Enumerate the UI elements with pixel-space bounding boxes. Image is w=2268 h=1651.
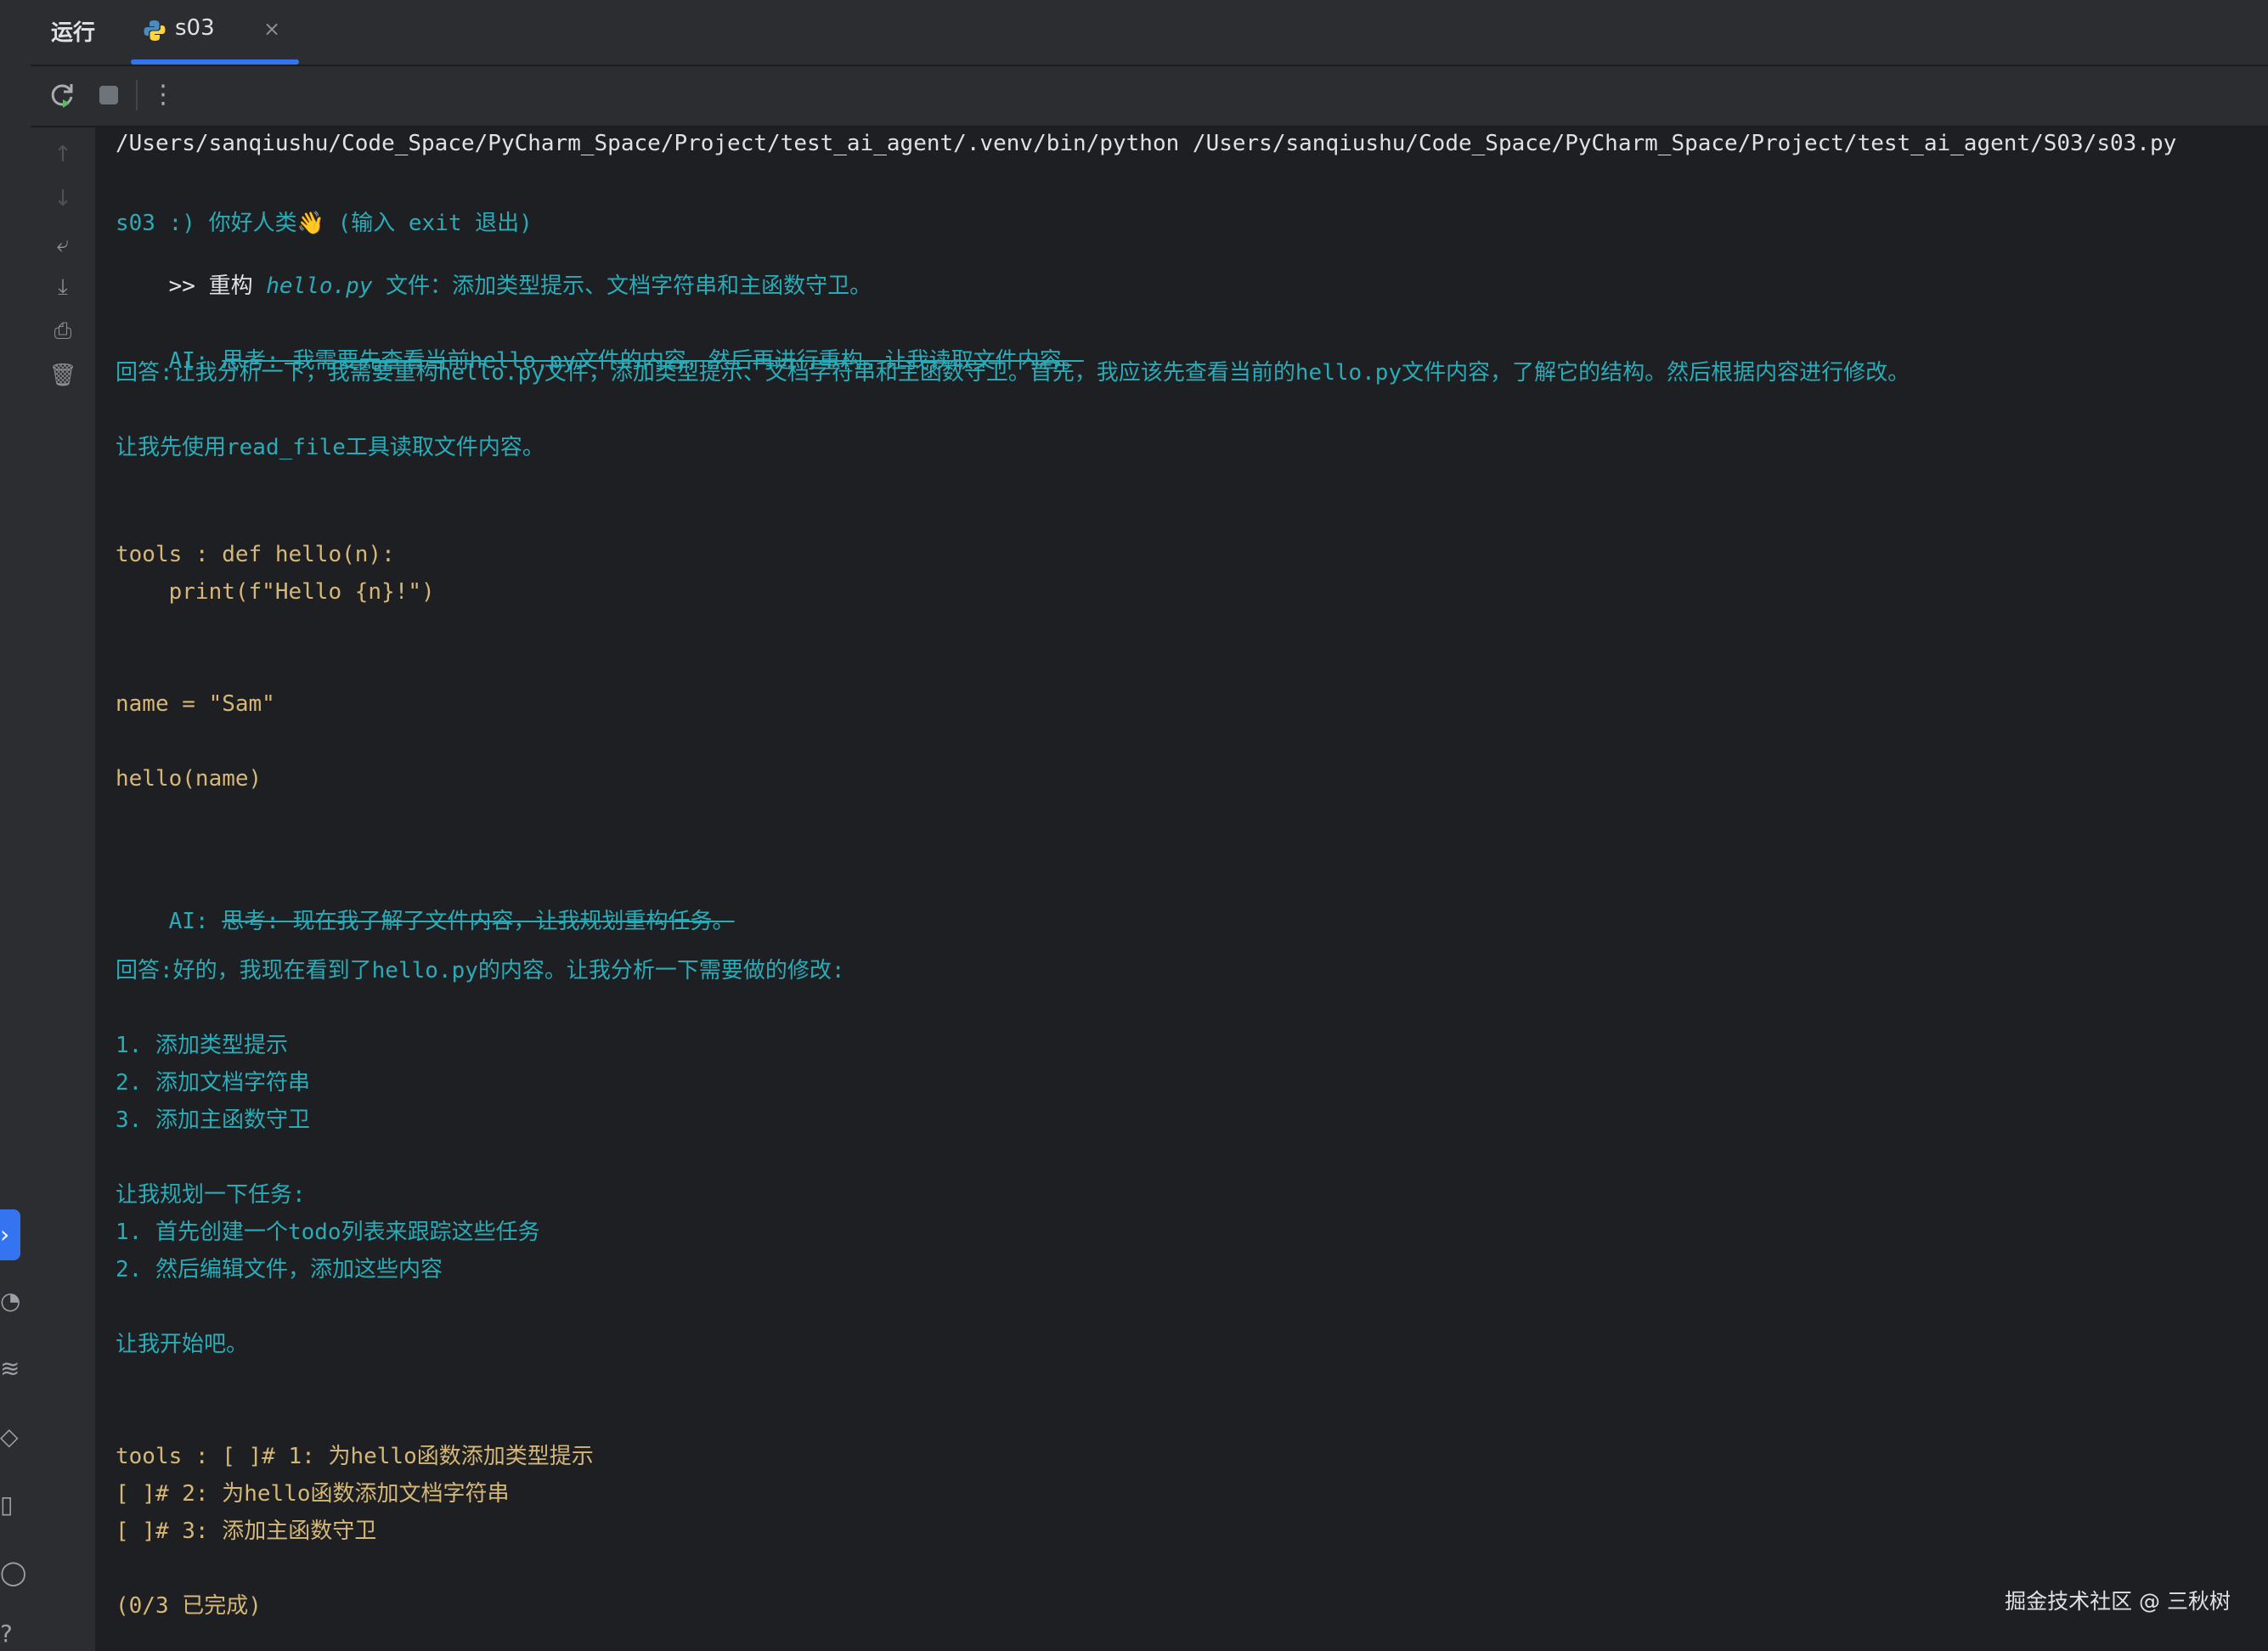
tools-output-line-3: name = "Sam" bbox=[116, 691, 275, 717]
stop-icon[interactable] bbox=[92, 78, 126, 112]
python-icon bbox=[144, 20, 166, 41]
list-item: 3. 添加主函数守卫 bbox=[116, 1107, 310, 1133]
problems-icon[interactable]: ◯ bbox=[0, 1556, 25, 1590]
run-panel-label: 运行 bbox=[51, 20, 96, 46]
active-tab-indicator bbox=[131, 59, 299, 65]
todo-item: [ ]# 2: 为hello函数添加文档字符串 bbox=[116, 1481, 510, 1507]
tools-output-line-2: print(f"Hello {n}!") bbox=[116, 579, 435, 605]
progress-line: (0/3 已完成) bbox=[116, 1593, 262, 1619]
prompt-prefix: >> 重构 bbox=[168, 273, 267, 299]
layers-icon[interactable]: ≋ bbox=[0, 1352, 25, 1386]
terminal-icon[interactable]: ▯ bbox=[0, 1488, 25, 1522]
user-prompt-line: >> 重构 hello.py 文件：添加类型提示、文档字符串和主函数守卫。 bbox=[116, 243, 872, 325]
plan-title: 让我规划一下任务: bbox=[116, 1182, 306, 1208]
ai-prefix: AI: bbox=[168, 909, 223, 934]
toolbar-separator bbox=[136, 80, 138, 110]
list-item: 2. 添加文档字符串 bbox=[116, 1070, 310, 1096]
prompt-suffix: 文件：添加类型提示、文档字符串和主函数守卫。 bbox=[372, 273, 872, 299]
prompt-filename: hello.py bbox=[266, 273, 373, 299]
tab-title: s03 bbox=[175, 15, 215, 41]
more-vertical-icon[interactable]: ⋮ bbox=[146, 78, 180, 112]
run-tab-bar: 运行 s03 × bbox=[31, 0, 2268, 66]
start-line: 让我开始吧。 bbox=[116, 1332, 249, 1357]
read-file-line: 让我先使用read_file工具读取文件内容。 bbox=[116, 435, 544, 460]
tools-output-line-4: hello(name) bbox=[116, 766, 262, 792]
ai-thinking-text: 思考: 现在我了解了文件内容，让我规划重构任务。 bbox=[222, 909, 735, 934]
watermark: 掘金技术社区 @ 三秋树 bbox=[2005, 1589, 2231, 1614]
todo-item: tools : [ ]# 1: 为hello函数添加类型提示 bbox=[116, 1444, 594, 1469]
list-item: 1. 添加类型提示 bbox=[116, 1033, 288, 1058]
console-gutter: ↑ ↓ ⤶ ⤓ ⎙ 🗑 bbox=[31, 127, 95, 1651]
list-item: 2. 然后编辑文件，添加这些内容 bbox=[116, 1257, 443, 1282]
soft-wrap-icon[interactable]: ⤶ bbox=[46, 228, 80, 262]
list-item: 1. 首先创建一个todo列表来跟踪这些任务 bbox=[116, 1220, 540, 1245]
git-icon[interactable]: ◇ bbox=[0, 1420, 25, 1454]
rerun-icon[interactable] bbox=[46, 78, 80, 112]
ai-answer-line-1: 回答:让我分析一下，我需要重构hello.py文件，添加类型提示、文档字符串和主… bbox=[116, 360, 1910, 386]
trash-icon[interactable]: 🗑 bbox=[46, 358, 80, 392]
command-line: /Users/sanqiushu/Code_Space/PyCharm_Spac… bbox=[116, 131, 2177, 156]
scroll-up-icon[interactable]: ↑ bbox=[46, 138, 80, 172]
ai-answer-line-2: 回答:好的，我现在看到了hello.py的内容。让我分析一下需要做的修改: bbox=[116, 958, 845, 983]
services-icon[interactable]: ? bbox=[0, 1617, 25, 1651]
left-tool-strip: › ◔ ≋ ◇ ▯ ◯ ? bbox=[0, 0, 32, 1651]
scroll-down-icon[interactable]: ↓ bbox=[46, 182, 80, 216]
greeting-line: s03 :) 你好人类👋 (输入 exit 退出) bbox=[116, 211, 533, 236]
tools-output-line-1: tools : def hello(n): bbox=[116, 542, 395, 567]
run-toolbar: ⋮ bbox=[31, 66, 2268, 127]
print-icon[interactable]: ⎙ bbox=[46, 314, 80, 348]
tab-s03[interactable]: s03 × bbox=[124, 0, 299, 65]
python-console-icon[interactable]: ◔ bbox=[0, 1284, 25, 1318]
scroll-to-end-icon[interactable]: ⤓ bbox=[46, 270, 80, 304]
run-tool-icon[interactable]: › bbox=[0, 1209, 20, 1260]
close-icon[interactable]: × bbox=[263, 17, 280, 41]
todo-item: [ ]# 3: 添加主函数守卫 bbox=[116, 1519, 377, 1544]
ai-thinking-line-2: AI: 思考: 现在我了解了文件内容，让我规划重构任务。 bbox=[116, 878, 735, 961]
console-output[interactable]: /Users/sanqiushu/Code_Space/PyCharm_Spac… bbox=[95, 127, 2268, 1651]
